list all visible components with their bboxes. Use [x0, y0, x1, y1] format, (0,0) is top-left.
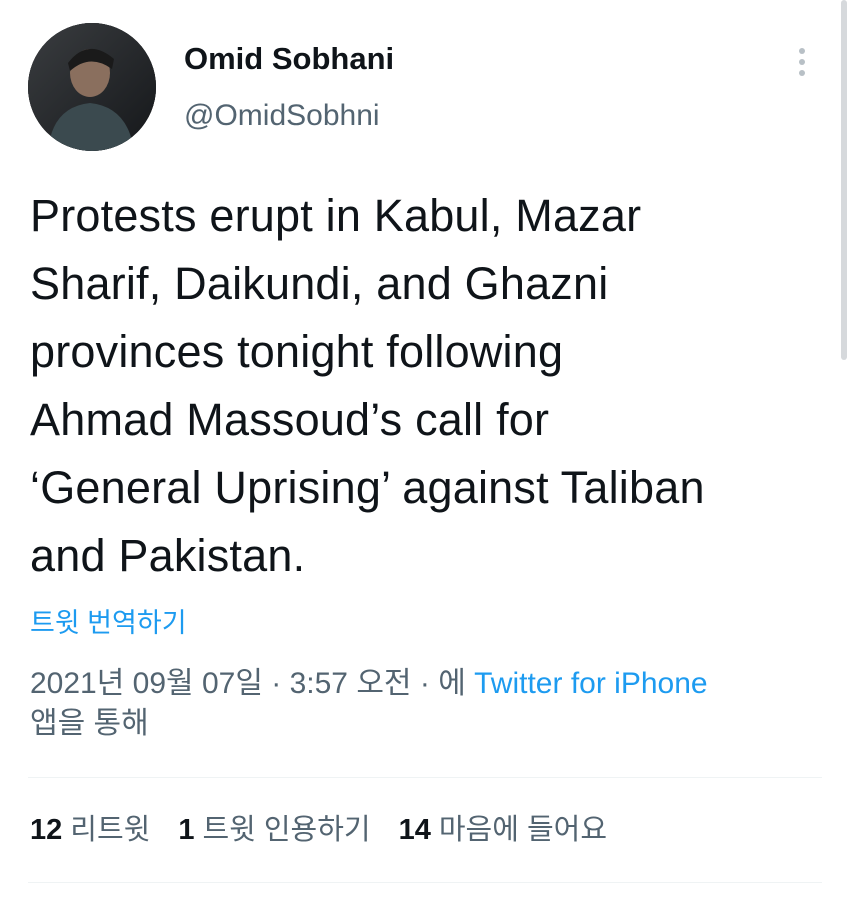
- timestamp[interactable]: 2021년 09월 07일 · 3:57 오전 · 에: [30, 667, 474, 700]
- translate-tweet-link[interactable]: 트윗 번역하기: [30, 604, 187, 642]
- more-vertical-icon: [799, 48, 805, 54]
- quote-tweets-stat[interactable]: 1 트윗 인용하기: [178, 810, 370, 850]
- retweets-stat[interactable]: 12 리트윗: [30, 810, 150, 850]
- engagement-stats: 12 리트윗 1 트윗 인용하기 14 마음에 들어요: [30, 810, 635, 850]
- quotes-label: 트윗 인용하기: [202, 814, 371, 846]
- likes-count: 14: [398, 814, 431, 846]
- retweets-label: 리트윗: [70, 814, 151, 846]
- avatar[interactable]: [28, 23, 156, 151]
- source-suffix: 앱을 통해: [30, 707, 149, 740]
- likes-stat[interactable]: 14 마음에 들어요: [399, 810, 607, 850]
- retweets-count: 12: [30, 814, 63, 846]
- source-app-link[interactable]: Twitter for iPhone: [474, 667, 707, 700]
- tweet-text: Protests erupt in Kabul, Mazar Sharif, D…: [30, 190, 705, 581]
- tweet-meta: 2021년 09월 07일 · 3:57 오전 · 에 Twitter for …: [30, 664, 820, 744]
- more-vertical-icon: [799, 59, 805, 65]
- avatar-photo: [28, 23, 156, 151]
- user-handle[interactable]: @OmidSobhni: [184, 97, 380, 135]
- display-name[interactable]: Omid Sobhani: [184, 40, 394, 78]
- more-vertical-icon: [799, 70, 805, 76]
- divider: [28, 882, 822, 883]
- scrollbar[interactable]: [841, 0, 847, 360]
- more-options-button[interactable]: [790, 40, 814, 84]
- likes-label: 마음에 들어요: [438, 814, 607, 846]
- quotes-count: 1: [178, 814, 195, 846]
- divider: [28, 777, 822, 778]
